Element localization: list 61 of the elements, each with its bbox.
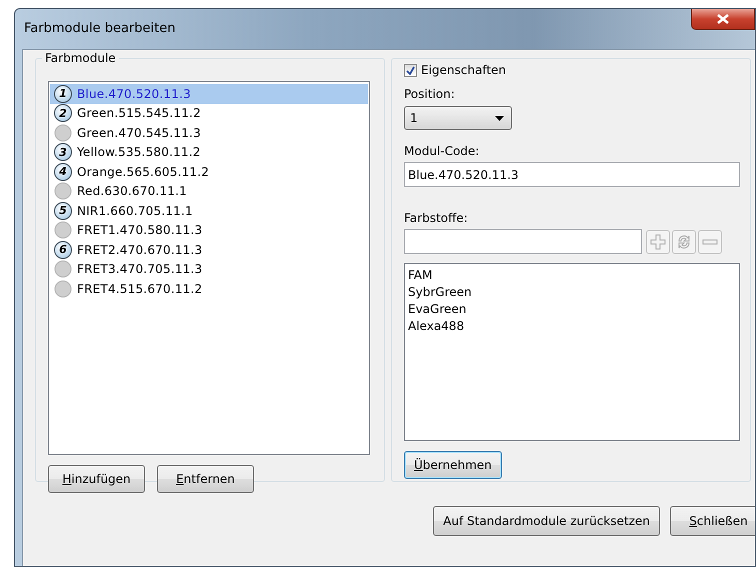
number-badge: 2 xyxy=(54,104,72,122)
number-badge: 5 xyxy=(54,202,72,220)
item-label: FRET2.470.670.11.3 xyxy=(77,242,202,257)
number-badge: 6 xyxy=(54,240,72,259)
circle-icon xyxy=(54,124,72,142)
number-badge: 3 xyxy=(54,143,72,162)
refresh-button[interactable] xyxy=(672,230,696,254)
list-item[interactable]: 2 Green.515.545.11.2 xyxy=(50,104,368,123)
position-dropdown[interactable]: 1 xyxy=(404,106,512,130)
number-badge: 4 xyxy=(54,162,72,181)
list-item[interactable]: FRET4.515.670.11.2 xyxy=(50,279,368,298)
button[interactable]: Übernehmen xyxy=(404,451,502,479)
group-title: Farbmodule xyxy=(42,51,119,65)
field-label: Modul-Code: xyxy=(404,144,480,158)
add-button[interactable] xyxy=(646,230,670,254)
plus-icon xyxy=(650,234,666,250)
item-label: Yellow.535.580.11.2 xyxy=(77,145,201,160)
item-label: FRET1.470.580.11.3 xyxy=(77,223,202,238)
circle-icon xyxy=(54,260,72,278)
circle-icon xyxy=(54,280,72,298)
list-item[interactable]: 3 Yellow.535.580.11.2 xyxy=(50,142,368,162)
list-item[interactable]: Red.630.670.11.1 xyxy=(50,182,368,201)
field-label: Position: xyxy=(404,87,456,101)
button[interactable]: Hinzufügen xyxy=(48,465,145,493)
remove-button[interactable] xyxy=(698,230,722,254)
list-item[interactable]: EvaGreen xyxy=(408,301,736,318)
item-label: FRET3.470.705.11.3 xyxy=(77,262,202,276)
item-label: Green.470.545.11.3 xyxy=(77,126,201,140)
button[interactable]: Entfernen xyxy=(157,465,254,493)
list-item[interactable]: 4 Orange.565.605.11.2 xyxy=(50,162,368,182)
item-label: FRET4.515.670.11.2 xyxy=(77,282,202,296)
list-item[interactable]: 1 Blue.470.520.11.3 xyxy=(50,84,368,104)
refresh-icon xyxy=(676,234,692,250)
list-item[interactable]: Green.470.545.11.3 xyxy=(50,123,368,142)
button[interactable]: Auf Standardmodule zurücksetzen xyxy=(433,506,660,536)
item-label: Blue.470.520.11.3 xyxy=(77,86,191,101)
number-badge: 1 xyxy=(54,84,72,103)
input-field[interactable]: Blue.470.520.11.3 xyxy=(404,162,740,187)
field-label: Farbstoffe: xyxy=(404,211,469,225)
button[interactable]: Schließen xyxy=(670,506,755,536)
list-item[interactable]: FRET1.470.580.11.3 xyxy=(50,220,368,240)
close-icon xyxy=(717,14,729,24)
list-item[interactable]: Alexa488 xyxy=(408,318,736,335)
check-icon xyxy=(406,66,415,74)
item-label: Red.630.670.11.1 xyxy=(77,184,187,198)
circle-icon xyxy=(54,221,72,240)
input-field[interactable] xyxy=(404,229,642,254)
list-item[interactable]: FAM xyxy=(408,267,736,284)
circle-icon xyxy=(54,182,72,200)
item-label: NIR1.660.705.11.1 xyxy=(77,204,193,218)
list-item[interactable]: 6 FRET2.470.670.11.3 xyxy=(50,240,368,260)
window-title: Farbmodule bearbeiten xyxy=(24,21,176,36)
close-button[interactable] xyxy=(691,9,755,30)
caret-icon xyxy=(495,116,504,120)
list-item[interactable]: 5 NIR1.660.705.11.1 xyxy=(50,201,368,220)
list-item[interactable]: SybrGreen xyxy=(408,284,736,301)
item-label: Orange.565.605.11.2 xyxy=(77,164,210,179)
list-item[interactable]: FRET3.470.705.11.3 xyxy=(50,260,368,279)
checkbox-label: Eigenschaften xyxy=(421,63,506,77)
checkbox[interactable] xyxy=(404,64,417,76)
item-label: Green.515.545.11.2 xyxy=(77,106,201,120)
